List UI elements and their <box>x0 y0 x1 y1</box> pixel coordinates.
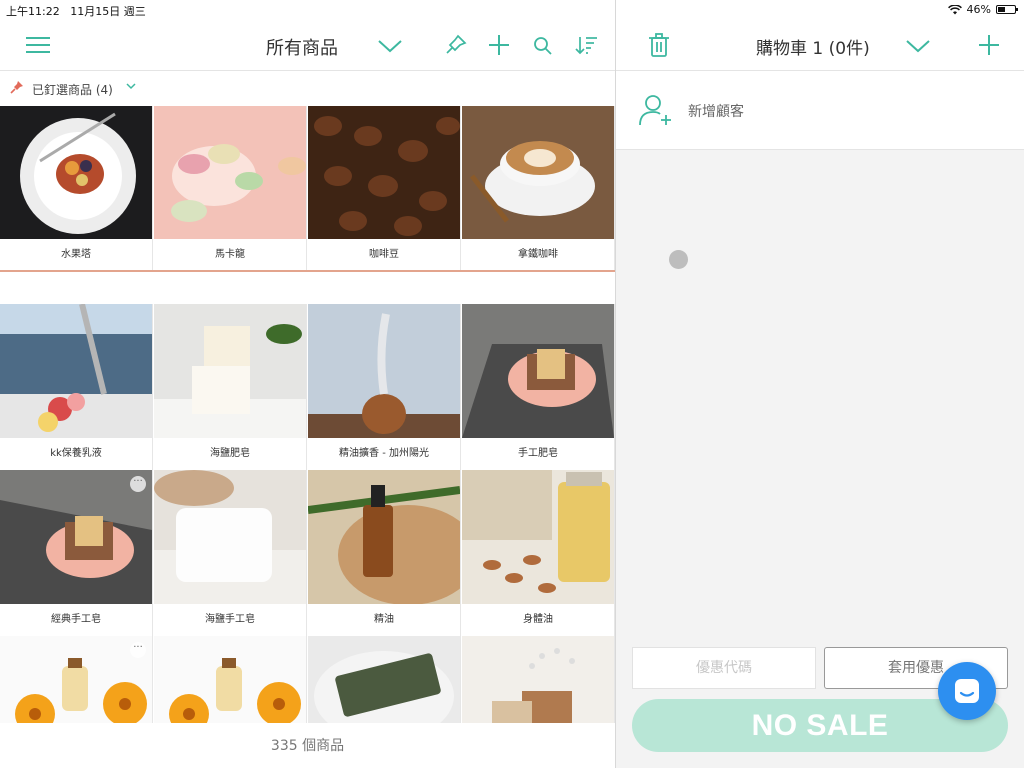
add-icon[interactable] <box>486 33 512 57</box>
touch-indicator <box>669 250 688 269</box>
product-card[interactable]: 拿鐵咖啡 <box>462 106 615 272</box>
product-image <box>154 106 306 239</box>
add-user-icon <box>639 95 671 126</box>
product-name: 精油擴香 - 加州陽光 <box>308 438 460 471</box>
chevron-down-icon[interactable] <box>377 33 403 57</box>
more-options-icon[interactable]: ··· <box>130 476 146 492</box>
product-card[interactable]: ··· <box>0 636 153 723</box>
battery-icon <box>996 5 1018 14</box>
cart-toolbar: 購物車 1 (0件) <box>616 20 1024 71</box>
product-name: kk保養乳液 <box>0 438 152 471</box>
products-panel: 所有商品 已釘選商品 (4) 水果塔 馬卡龍 咖啡豆 拿鐵咖啡 kk保養乳液 海… <box>0 20 615 768</box>
product-name: 手工肥皂 <box>462 438 614 471</box>
cart-panel: 購物車 1 (0件) 新增顧客 優惠代碼 套用優惠 NO SALE <box>616 20 1024 768</box>
product-name: 水果塔 <box>0 239 152 272</box>
product-image <box>0 470 152 604</box>
product-card[interactable] <box>308 636 461 723</box>
product-image <box>462 636 614 723</box>
pinned-pin-icon <box>10 81 23 94</box>
product-name: 精油 <box>308 604 460 637</box>
product-image <box>154 470 306 604</box>
product-card[interactable] <box>462 636 615 723</box>
product-image <box>154 304 306 438</box>
add-customer-label: 新增顧客 <box>688 104 744 120</box>
add-customer-row[interactable]: 新增顧客 <box>616 71 1024 150</box>
product-image <box>0 304 152 438</box>
products-toolbar: 所有商品 <box>0 20 615 71</box>
product-image <box>462 470 614 604</box>
status-time: 上午11:22 11月15日 週三 <box>6 3 146 19</box>
chat-icon <box>955 679 979 703</box>
product-card[interactable]: 手工肥皂 <box>462 304 615 471</box>
product-card[interactable]: kk保養乳液 <box>0 304 153 471</box>
product-name: 海鹽手工皂 <box>154 604 306 637</box>
menu-icon[interactable] <box>25 33 51 57</box>
time-text: 上午11:22 <box>6 5 60 18</box>
product-name: 海鹽肥皂 <box>154 438 306 471</box>
product-card[interactable]: ··· 經典手工皂 <box>0 470 153 637</box>
product-card[interactable]: 身體油 <box>462 470 615 637</box>
add-cart-icon[interactable] <box>976 33 1002 57</box>
product-card[interactable]: 精油 <box>308 470 461 637</box>
product-card[interactable]: 咖啡豆 <box>308 106 461 272</box>
pin-icon[interactable] <box>443 33 469 57</box>
chat-button[interactable] <box>938 662 996 720</box>
battery-fill <box>998 7 1006 12</box>
product-card[interactable]: 馬卡龍 <box>154 106 307 272</box>
product-image <box>154 636 306 723</box>
more-options-icon[interactable]: ··· <box>130 642 146 658</box>
product-card[interactable]: 精油擴香 - 加州陽光 <box>308 304 461 471</box>
product-image <box>0 106 152 239</box>
product-image <box>308 470 460 604</box>
trash-icon[interactable] <box>647 32 671 58</box>
coupon-code-input[interactable]: 優惠代碼 <box>632 647 816 689</box>
product-name: 咖啡豆 <box>308 239 460 272</box>
pinned-products-header[interactable]: 已釘選商品 (4) <box>0 71 615 105</box>
wifi-icon <box>947 4 962 14</box>
product-image <box>308 636 460 723</box>
cart-title[interactable]: 購物車 1 (0件) <box>756 34 870 59</box>
pinned-label: 已釘選商品 (4) <box>32 83 113 97</box>
chevron-down-icon[interactable] <box>905 33 931 57</box>
product-card[interactable]: 海鹽肥皂 <box>154 304 307 471</box>
product-image <box>462 304 614 438</box>
product-name: 身體油 <box>462 604 614 637</box>
product-grid: 水果塔 馬卡龍 咖啡豆 拿鐵咖啡 kk保養乳液 海鹽肥皂 精油擴香 - 加州陽光… <box>0 106 615 723</box>
product-name: 馬卡龍 <box>154 239 306 272</box>
product-name: 拿鐵咖啡 <box>462 239 614 272</box>
battery-percent: 46% <box>966 3 991 16</box>
sort-icon[interactable] <box>574 33 600 57</box>
product-image <box>462 106 614 239</box>
products-title[interactable]: 所有商品 <box>266 34 338 60</box>
pinned-separator <box>0 270 615 272</box>
product-card[interactable] <box>154 636 307 723</box>
product-card[interactable]: 海鹽手工皂 <box>154 470 307 637</box>
pinned-chevron-icon <box>126 83 136 90</box>
product-count: 335 個商品 <box>0 723 615 768</box>
product-image <box>308 304 460 438</box>
product-card[interactable]: 水果塔 <box>0 106 153 272</box>
status-bar: 上午11:22 11月15日 週三 46% <box>0 0 1024 20</box>
search-icon[interactable] <box>530 33 556 57</box>
product-name: 經典手工皂 <box>0 604 152 637</box>
date-text: 11月15日 週三 <box>70 5 146 18</box>
product-image <box>308 106 460 239</box>
